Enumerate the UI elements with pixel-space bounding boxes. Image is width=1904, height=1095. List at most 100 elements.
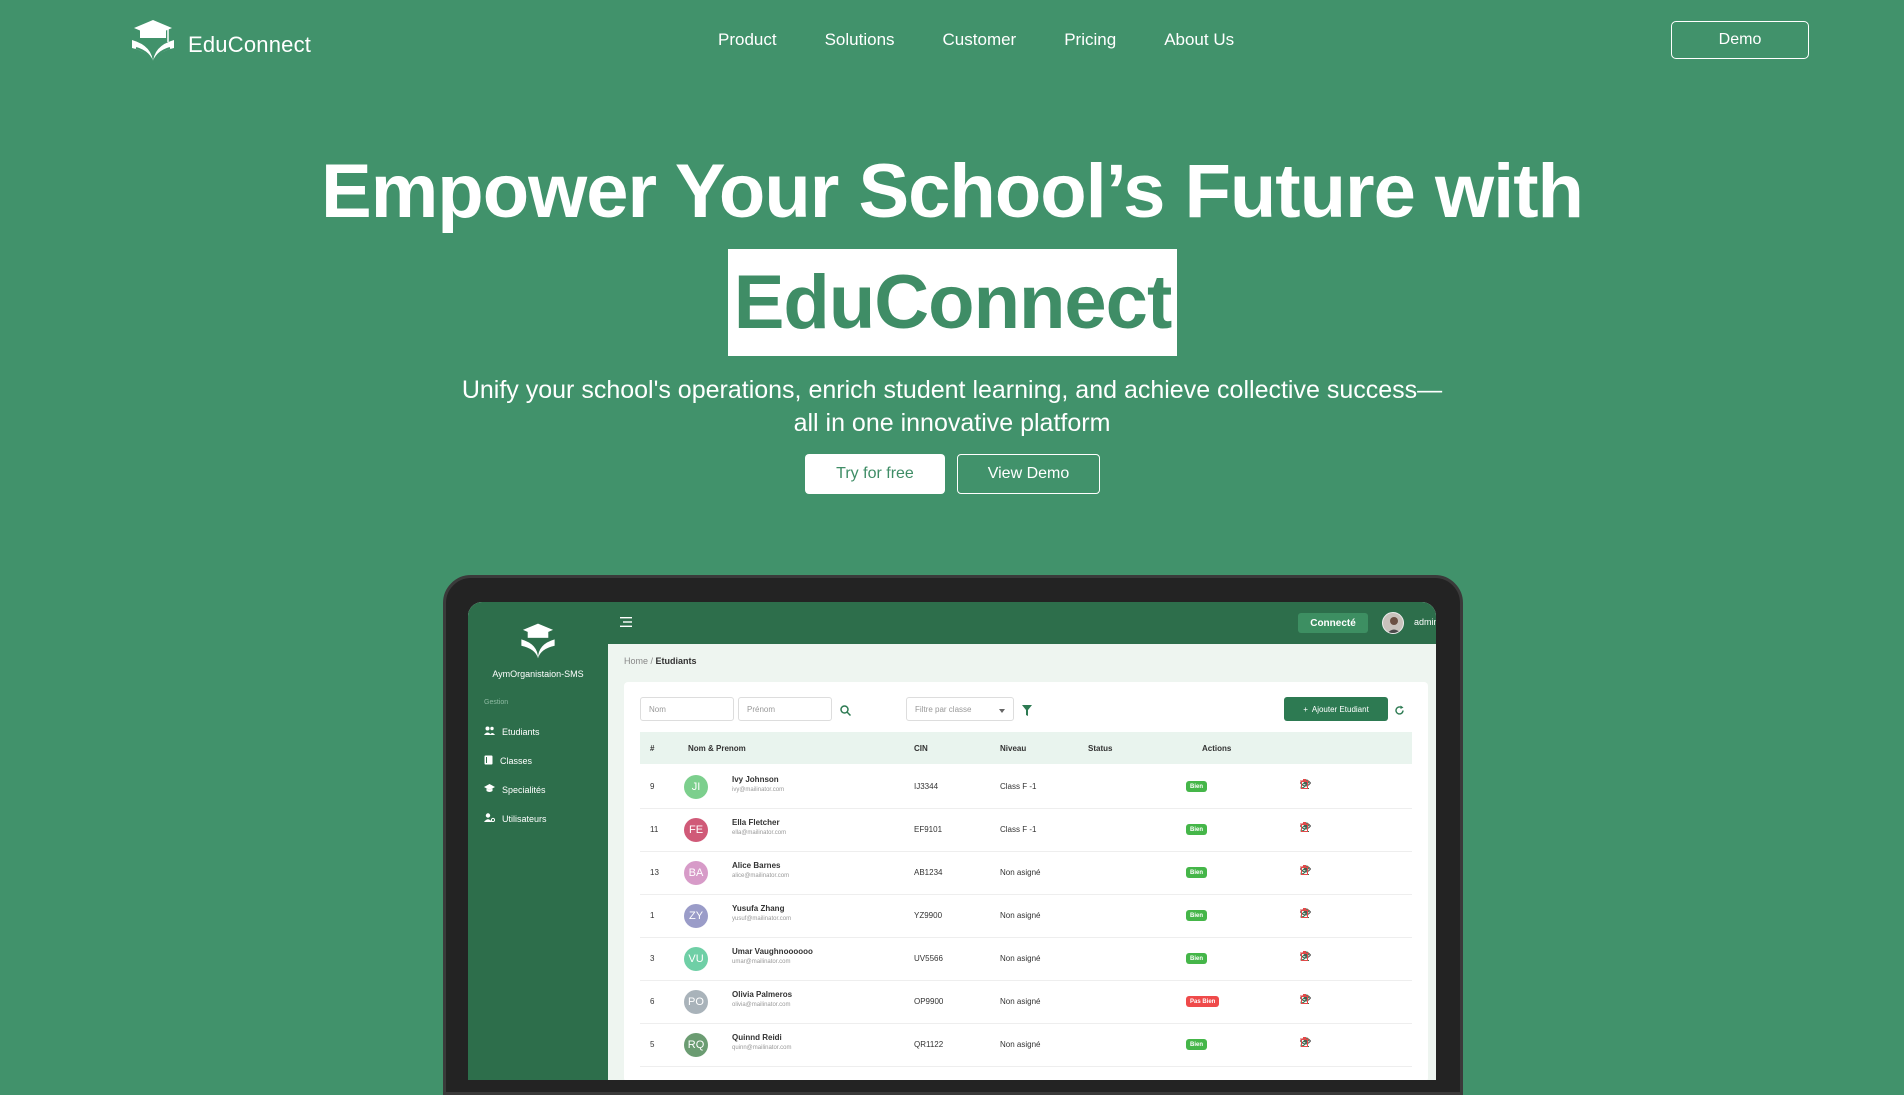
- nav-customer[interactable]: Customer: [943, 30, 1017, 50]
- sidebar-item-specialites[interactable]: Specialités: [484, 784, 546, 795]
- nav-pricing[interactable]: Pricing: [1064, 30, 1116, 50]
- admin-avatar[interactable]: [1382, 612, 1404, 634]
- col-header-actions: Actions: [1202, 744, 1232, 753]
- status-badge: Bien: [1186, 910, 1208, 921]
- table-row: 9 JI Ivy Johnson ivy@mailinator.com IJ3344 Cl…: [640, 765, 1412, 809]
- student-name: Olivia Palmeros: [732, 990, 793, 999]
- sidebar-item-utilisateurs[interactable]: Utilisateurs: [484, 813, 547, 824]
- student-cin: QR1122: [914, 1040, 944, 1049]
- student-niveau: Non asigné: [1000, 911, 1041, 920]
- table-row: 3 VU Umar Vaughnoooooo umar@mailinator.com U…: [640, 937, 1412, 981]
- avatar: VU: [684, 947, 708, 971]
- table-row: 6 PO Olivia Palmeros olivia@mailinator.com O…: [640, 980, 1412, 1024]
- avatar: ZY: [684, 904, 708, 928]
- sidebar-item-label: Etudiants: [502, 726, 540, 737]
- table-header: # Nom & Prenom CIN Niveau Status Actions: [640, 732, 1412, 764]
- row-id: 1: [650, 911, 655, 920]
- demo-button[interactable]: Demo: [1671, 21, 1809, 59]
- app-topbar: Connecté admin: [608, 602, 1436, 644]
- student-name: Alice Barnes: [732, 861, 781, 870]
- status-badge: Bien: [1186, 867, 1208, 878]
- delete-icon[interactable]: [1300, 951, 1309, 963]
- menu-toggle-icon[interactable]: [620, 614, 632, 632]
- student-cin: OP9900: [914, 997, 944, 1006]
- student-email: ella@mailinator.com: [732, 830, 787, 836]
- student-name: Ivy Johnson: [732, 775, 779, 784]
- row-id: 3: [650, 954, 655, 963]
- app-logo-icon: [518, 623, 558, 664]
- sidebar-item-label: Classes: [500, 756, 533, 766]
- sidebar-item-etudiants[interactable]: Etudiants: [484, 726, 540, 737]
- row-id: 11: [650, 825, 659, 834]
- student-email: alice@mailinator.com: [732, 873, 790, 879]
- hero-subtitle: Unify your school's operations, enrich s…: [461, 376, 1443, 437]
- add-student-button[interactable]: + Ajouter Etudiant: [1284, 697, 1388, 721]
- student-email: ivy@mailinator.com: [732, 787, 785, 793]
- student-name: Quinnd Reidi: [732, 1033, 782, 1042]
- status-badge: Bien: [1186, 1039, 1208, 1050]
- status-badge: Bien: [1186, 953, 1208, 964]
- app-sidebar: AymOrganistaion-SMS Gestion Etudiants Cl…: [468, 602, 608, 1080]
- prenom-input[interactable]: Prénom: [738, 697, 832, 721]
- delete-icon[interactable]: [1300, 779, 1309, 791]
- row-id: 6: [650, 997, 655, 1006]
- brand-logo[interactable]: EduConnect: [128, 18, 311, 71]
- sidebar-item-label: Specialités: [502, 784, 546, 795]
- try-for-free-button[interactable]: Try for free: [805, 454, 945, 494]
- delete-icon[interactable]: [1300, 908, 1309, 920]
- student-name: Yusufa Zhang: [732, 904, 785, 913]
- delete-icon[interactable]: [1300, 822, 1309, 834]
- breadcrumb-home[interactable]: Home: [624, 656, 648, 666]
- delete-icon[interactable]: [1300, 865, 1309, 877]
- filter-icon[interactable]: [1022, 703, 1032, 721]
- nav-solutions[interactable]: Solutions: [825, 30, 895, 50]
- view-demo-button[interactable]: View Demo: [957, 454, 1100, 494]
- users-icon: [484, 726, 495, 737]
- status-badge: Bien: [1186, 824, 1208, 835]
- class-filter-select[interactable]: Filtre par classe: [906, 697, 1014, 721]
- row-id: 5: [650, 1040, 655, 1049]
- col-header-name: Nom & Prenom: [688, 744, 746, 753]
- refresh-icon[interactable]: [1394, 703, 1405, 721]
- breadcrumb: Home / Etudiants: [624, 656, 697, 666]
- avatar: BA: [684, 861, 708, 885]
- hero-title: Empower Your School’s Future with: [321, 149, 1584, 234]
- table-row: 11 FE Ella Fletcher ella@mailinator.com EF91…: [640, 808, 1412, 852]
- app-brand: AymOrganistaion-SMS: [468, 622, 608, 679]
- row-id: 9: [650, 782, 655, 791]
- nav-about-us[interactable]: About Us: [1164, 30, 1234, 50]
- status-badge: Bien: [1186, 781, 1208, 792]
- col-header-status: Status: [1088, 744, 1113, 753]
- student-niveau: Non asigné: [1000, 1040, 1041, 1049]
- search-icon[interactable]: [840, 703, 852, 721]
- chevron-down-icon: [999, 706, 1005, 715]
- connection-status-badge: Connecté: [1298, 613, 1368, 633]
- sidebar-item-classes[interactable]: Classes: [484, 755, 532, 767]
- book-icon: [484, 755, 493, 767]
- student-email: umar@mailinator.com: [732, 959, 791, 965]
- avatar: PO: [684, 990, 708, 1014]
- avatar: JI: [684, 775, 708, 799]
- row-id: 13: [650, 868, 659, 877]
- nom-input[interactable]: Nom: [640, 697, 734, 721]
- user-settings-icon: [484, 813, 496, 824]
- status-badge: Pas Bien: [1186, 996, 1220, 1007]
- table-row: 13 BA Alice Barnes alice@mailinator.com AB12…: [640, 851, 1412, 895]
- delete-icon[interactable]: [1300, 1037, 1309, 1049]
- nav-product[interactable]: Product: [718, 30, 777, 50]
- avatar: RQ: [684, 1033, 708, 1057]
- class-filter-label: Filtre par classe: [915, 705, 972, 714]
- brand-name: EduConnect: [188, 31, 312, 57]
- main-nav: Product Solutions Customer Pricing About…: [718, 30, 1234, 50]
- student-cin: YZ9900: [914, 911, 943, 920]
- admin-username: admin: [1414, 617, 1436, 627]
- student-email: olivia@mailinator.com: [732, 1002, 791, 1008]
- avatar: FE: [684, 818, 708, 842]
- app-screenshot: AymOrganistaion-SMS Gestion Etudiants Cl…: [468, 602, 1436, 1080]
- sidebar-item-label: Utilisateurs: [502, 813, 547, 824]
- delete-icon[interactable]: [1300, 994, 1309, 1006]
- student-niveau: Non asigné: [1000, 954, 1041, 963]
- students-card: Nom Prénom Filtre par classe + Ajouter E…: [624, 682, 1428, 1080]
- col-header-id: #: [650, 744, 655, 753]
- student-email: yusuf@mailinator.com: [732, 916, 792, 922]
